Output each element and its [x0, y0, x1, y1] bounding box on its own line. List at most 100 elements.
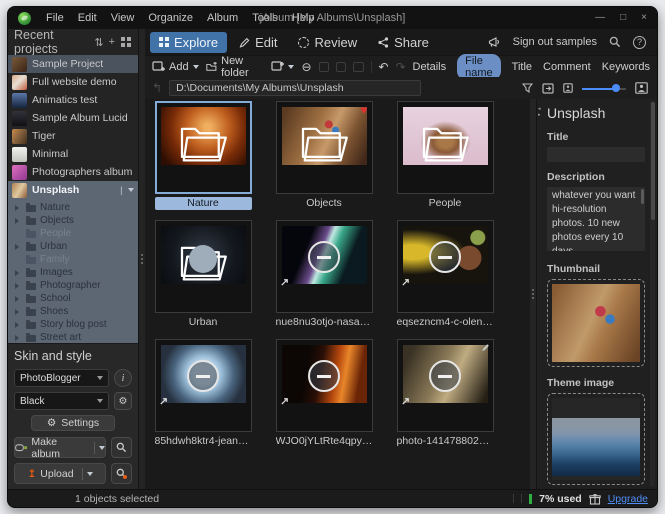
exclude-button[interactable]: ⊖ [301, 60, 311, 74]
tree-item-urban[interactable]: Urban [15, 240, 138, 253]
menu-organize[interactable]: Organize [141, 10, 200, 26]
tree-item-photographer[interactable]: Photographer [15, 279, 138, 292]
tree-item-people[interactable]: People [15, 227, 138, 240]
add-button[interactable]: Add [152, 61, 199, 73]
menu-file[interactable]: File [39, 10, 71, 26]
tree-item-family[interactable]: Family [15, 253, 138, 266]
small-thumbnails-icon[interactable] [563, 83, 573, 93]
theme-section-label: Theme image [547, 377, 645, 389]
grid-item-label: photo-1414788020357-36... [397, 435, 494, 448]
grid-item-objects[interactable]: ♥ Objects [272, 101, 376, 210]
panel-toggle-icon[interactable] [542, 83, 554, 94]
skin-select[interactable]: PhotoBlogger [14, 369, 109, 387]
tree-label: Images [40, 267, 73, 278]
inspector-scrollbar[interactable] [650, 101, 655, 487]
expand-arrow-icon[interactable] [15, 335, 22, 341]
help-icon[interactable]: ? [633, 36, 646, 49]
add-project-icon[interactable]: + [109, 36, 115, 48]
tree-item-shoes[interactable]: Shoes [15, 305, 138, 318]
tree-item-story-blog-post[interactable]: Story blog post [15, 318, 138, 331]
menu-edit[interactable]: Edit [71, 10, 104, 26]
grid-item-urban[interactable]: Urban [151, 220, 255, 329]
scrollbar-thumb[interactable] [651, 102, 655, 220]
expand-arrow-icon[interactable] [15, 296, 22, 302]
expand-arrow-icon[interactable] [15, 270, 22, 276]
project-item[interactable]: Full website demo [8, 73, 138, 91]
maximize-button[interactable]: □ [620, 13, 626, 23]
path-input[interactable] [169, 80, 421, 96]
upgrade-link[interactable]: Upgrade [608, 493, 648, 505]
expand-arrow-icon[interactable] [15, 322, 22, 328]
tree-item-street-art[interactable]: Street art [15, 331, 138, 343]
tree-item-school[interactable]: School [15, 292, 138, 305]
sort-projects-icon[interactable]: ⇅ [94, 36, 103, 49]
title-field[interactable] [547, 147, 645, 162]
undo-button[interactable]: ↶ [378, 60, 388, 74]
slider-thumb[interactable] [612, 84, 620, 92]
project-item[interactable]: Sample Album Lucid [8, 109, 138, 127]
mode-comment[interactable]: Comment [543, 61, 591, 73]
grid-item-fire[interactable]: WJO0jYLtRte4qpyA37Xu_... [272, 339, 376, 448]
grid-item-nasa[interactable]: nue8nu3otjo-nasa.jpg [272, 220, 376, 329]
menu-album[interactable]: Album [200, 10, 245, 26]
expand-arrow-icon[interactable] [15, 309, 22, 315]
thumbnail-dropzone[interactable] [547, 279, 645, 367]
textarea-scrollbar-thumb[interactable] [641, 189, 644, 204]
current-project-row[interactable]: Unsplash | [8, 181, 138, 199]
search-icon[interactable] [609, 36, 621, 48]
grid-item-jean-marie[interactable]: 85hdwh8ktr4-jean-marie-g... [151, 339, 255, 448]
large-thumbnails-icon[interactable] [635, 82, 648, 94]
grid-item-people[interactable]: People [393, 101, 497, 210]
close-button[interactable]: × [641, 13, 647, 23]
sign-out-link[interactable]: Sign out samples [513, 36, 597, 48]
project-item[interactable]: Minimal [8, 145, 138, 163]
make-album-dropdown-icon[interactable] [99, 446, 105, 450]
projects-view-icon[interactable] [121, 37, 132, 48]
project-item[interactable]: Sample Project [8, 55, 138, 73]
tree-item-nature[interactable]: Nature [15, 201, 138, 214]
settings-button[interactable]: ⚙ Settings [31, 415, 115, 431]
project-item[interactable]: Animatics test [8, 91, 138, 109]
mode-title[interactable]: Title [512, 61, 532, 73]
tab-share[interactable]: Share [369, 32, 438, 53]
expand-arrow-icon[interactable] [15, 205, 22, 211]
theme-image-dropzone[interactable] [547, 393, 645, 485]
move-right-icon [336, 62, 346, 72]
description-field[interactable]: whatever you want hi-resolution photos. … [547, 187, 645, 251]
grid-item-olenka[interactable]: eqsezncm4-c-olenka-kot... [393, 220, 497, 329]
menu-view[interactable]: View [104, 10, 142, 26]
expand-arrow-icon[interactable] [15, 283, 22, 289]
preview-album-button[interactable] [111, 437, 132, 458]
tree-item-images[interactable]: Images [15, 266, 138, 279]
tab-review[interactable]: Review [289, 32, 366, 53]
insert-image-button[interactable] [271, 61, 294, 72]
share-icon [378, 37, 389, 48]
upload-dropdown-icon[interactable] [87, 472, 93, 476]
filter-icon[interactable] [522, 83, 533, 94]
project-item[interactable]: Tiger [8, 127, 138, 145]
mode-details[interactable]: Details [413, 61, 447, 73]
mode-keywords[interactable]: Keywords [602, 61, 650, 73]
megaphone-icon[interactable] [488, 37, 501, 48]
skin-info-button[interactable]: i [114, 369, 132, 387]
tab-explore[interactable]: Explore [150, 32, 227, 53]
thumbnail-size-slider[interactable] [582, 84, 626, 93]
make-album-button[interactable]: Make album [14, 437, 106, 458]
grid-item-nature[interactable]: Nature [151, 101, 255, 210]
current-project-menu[interactable]: | [120, 185, 134, 195]
style-select[interactable]: Black [14, 392, 109, 410]
style-gear-button[interactable]: ⚙ [114, 392, 132, 410]
tree-item-objects[interactable]: Objects [15, 214, 138, 227]
minimize-button[interactable]: — [595, 13, 605, 23]
grid-item-bench[interactable]: photo-1414788020357-36... [393, 339, 497, 448]
new-folder-button[interactable]: New folder [206, 55, 265, 79]
project-item[interactable]: Photographers album [8, 163, 138, 181]
selection-status: 1 objects selected [75, 493, 159, 505]
expand-arrow-icon[interactable] [15, 244, 22, 250]
preview-upload-button[interactable] [111, 463, 132, 484]
tab-edit[interactable]: Edit [230, 32, 286, 53]
expand-arrow-icon[interactable] [15, 218, 22, 224]
mode-file-name[interactable]: File name [457, 54, 501, 80]
upload-button[interactable]: ↥ Upload [14, 463, 106, 484]
collapse-handle-icon[interactable]: ◂▸ [538, 107, 541, 118]
